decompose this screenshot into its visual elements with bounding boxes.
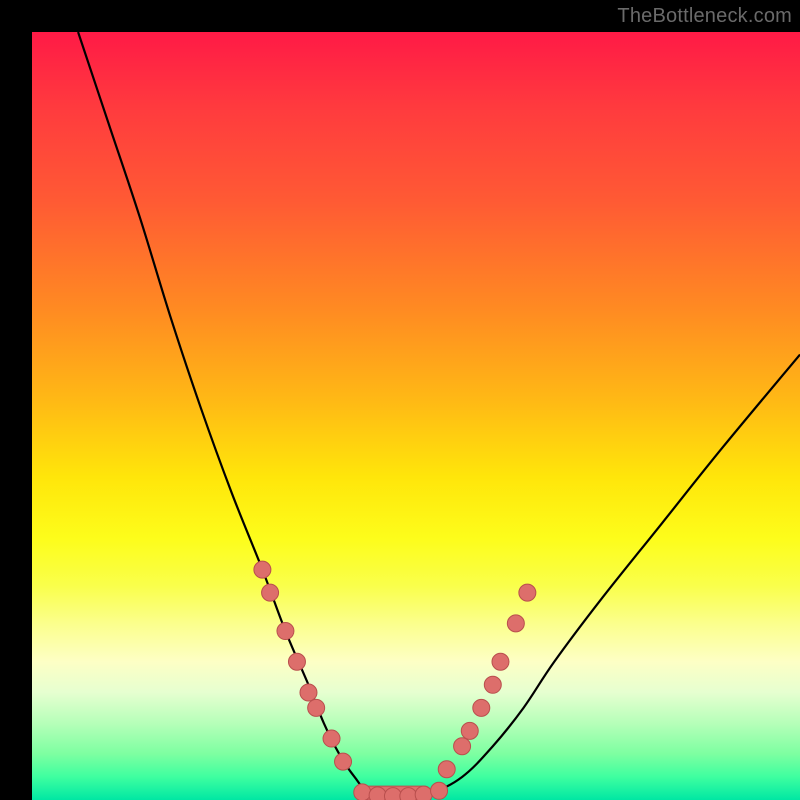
data-dot: [262, 584, 279, 601]
data-dot: [473, 699, 490, 716]
data-dot: [484, 676, 501, 693]
bottleneck-curve-svg: [32, 32, 800, 800]
data-dot: [300, 684, 317, 701]
data-dot: [461, 722, 478, 739]
data-dots-group: [254, 561, 536, 800]
data-dot: [519, 584, 536, 601]
data-dot: [323, 730, 340, 747]
data-dot: [254, 561, 271, 578]
data-dot: [431, 782, 448, 799]
data-dot: [277, 623, 294, 640]
data-dot: [384, 788, 401, 800]
plot-area: [32, 32, 800, 800]
data-dot: [288, 653, 305, 670]
data-dot: [400, 788, 417, 800]
data-dot: [308, 699, 325, 716]
data-dot: [438, 761, 455, 778]
data-dot: [369, 787, 386, 800]
watermark-label: TheBottleneck.com: [617, 5, 792, 28]
curve-group: [78, 32, 800, 800]
chart-frame: TheBottleneck.com: [0, 0, 800, 800]
data-dot: [492, 653, 509, 670]
data-dot: [415, 786, 432, 800]
data-dot: [335, 753, 352, 770]
data-dot: [454, 738, 471, 755]
bottleneck-curve: [78, 32, 800, 796]
data-dot: [507, 615, 524, 632]
data-dot: [354, 784, 371, 800]
